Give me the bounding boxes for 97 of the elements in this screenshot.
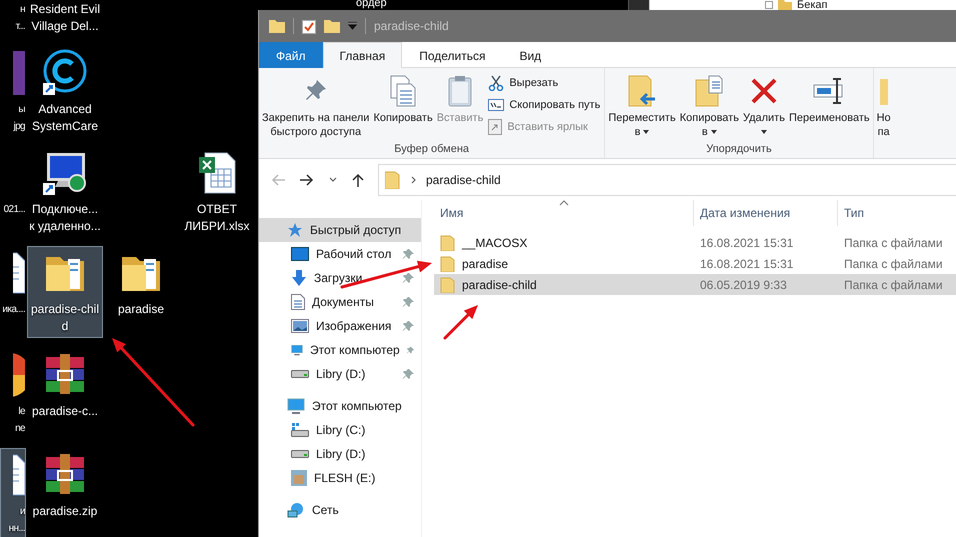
pin-icon[interactable] (403, 368, 414, 380)
folder-icon (385, 170, 401, 188)
caret-icon (643, 130, 650, 134)
desktop-icon[interactable]: и нн... (0, 448, 26, 537)
desktop-icon[interactable]: paradise-chil d (27, 246, 103, 338)
column-header[interactable]: Имя (434, 200, 694, 226)
file-row[interactable]: paradise-child 06.05.2019 9:33 Папка с файлами (434, 274, 956, 295)
arrow-drawing (444, 305, 478, 340)
desktop-icon[interactable]: 021... (0, 146, 26, 221)
group-label: Буфер обмена (394, 143, 470, 155)
expand-icon[interactable] (765, 1, 773, 9)
shortcut-icon (488, 119, 502, 135)
drive-icon (291, 450, 309, 458)
ribbon-tab[interactable]: Поделиться (402, 42, 502, 68)
desktop-icon (291, 247, 309, 261)
ribbon-button[interactable]: Вырезать (486, 73, 602, 93)
chevron-icon[interactable] (329, 176, 337, 182)
ribbon-tab[interactable]: Вид (502, 42, 558, 68)
ribbon-button[interactable]: Закрепить на панели быстрого доступа (261, 72, 370, 141)
file-row[interactable]: __MACOSX 16.08.2021 15:31 Папка с файлами (434, 232, 956, 253)
desktop-icon[interactable]: Resident Evil Village Del... (27, 0, 103, 38)
ribbon-button[interactable]: Скопировать путь (486, 95, 602, 115)
folder-icon (440, 276, 456, 292)
pin-icon[interactable] (403, 296, 414, 308)
ribbon-button[interactable]: Переместить в (607, 72, 677, 141)
window-title: paradise-child (374, 19, 449, 33)
folder-arrow-icon (628, 74, 656, 108)
image-thumbnail (13, 49, 25, 97)
caret-icon[interactable] (348, 22, 357, 30)
sort-icon (558, 200, 568, 206)
app-logo-icon (41, 49, 89, 97)
up-icon[interactable] (352, 172, 364, 186)
folder-icon (440, 256, 456, 272)
desktop-icon[interactable]: ОТВЕТ ЛИБРИ.xlsx (179, 146, 255, 238)
ribbon-tab[interactable]: Главная (322, 42, 402, 68)
nav-item[interactable]: FLESH (E:) (259, 466, 421, 490)
desktop-icon[interactable]: н т... (0, 0, 26, 38)
pin-icon[interactable] (403, 272, 414, 284)
ribbon-tab[interactable]: Файл (259, 42, 323, 68)
scrollbar[interactable] (628, 0, 649, 10)
monitor-icon (291, 342, 303, 358)
drive-icon (291, 370, 309, 378)
desktop-icon[interactable]: ика.... (0, 246, 26, 321)
desktop-icon[interactable]: le ne (0, 348, 26, 440)
nav-item[interactable]: Libry (D:) (259, 442, 421, 466)
ribbon-button[interactable]: Копировать в (678, 72, 740, 141)
scissors-icon (488, 75, 504, 91)
document-icon (291, 294, 305, 310)
chevron-icon (411, 176, 416, 184)
folder-icon[interactable] (324, 19, 340, 33)
nav-item[interactable]: Libry (C:) (259, 418, 421, 442)
checklist-icon[interactable] (302, 18, 316, 34)
clipboard-icon (448, 74, 472, 108)
drive-icon (291, 423, 309, 437)
file-row[interactable]: paradise 16.08.2021 15:31 Папка с файлами (434, 253, 956, 274)
path-icon (488, 99, 504, 111)
forward-icon[interactable] (300, 174, 314, 186)
column-header[interactable]: Дата изменения (694, 200, 838, 226)
nav-item[interactable]: Загрузки (259, 266, 421, 290)
drive-thumbnail-icon (291, 470, 307, 486)
nav-item[interactable]: Быстрый доступ (259, 218, 421, 242)
ribbon-button[interactable]: Но па (876, 72, 892, 141)
folder-copy-icon (695, 74, 724, 108)
nav-item[interactable]: Этот компьютер (259, 338, 421, 362)
nav-item[interactable]: Изображения (259, 314, 421, 338)
nav-item[interactable]: Libry (D:) (259, 362, 421, 386)
desktop-icon[interactable]: Подключе... к удаленно... (27, 146, 103, 238)
ribbon-button[interactable]: Копировать (372, 72, 434, 127)
picture-icon (291, 319, 309, 333)
window-text: ордер (356, 0, 387, 9)
caret-icon (760, 130, 767, 134)
ribbon-button[interactable]: Удалить (742, 72, 786, 136)
star-icon (287, 222, 303, 238)
nav-item[interactable]: Этот компьютер (259, 394, 421, 418)
nav-item[interactable]: Рабочий стол (259, 242, 421, 266)
tree-item[interactable]: Бекап (797, 0, 828, 10)
documents-icon (390, 74, 416, 108)
address-bar[interactable]: paradise-child (378, 164, 956, 196)
pin-icon[interactable] (403, 320, 414, 332)
desktop-icon[interactable]: Advanced SystemCare (27, 46, 103, 138)
download-icon (291, 270, 307, 286)
ribbon-button[interactable]: Переименовать (788, 72, 871, 127)
desktop-icon[interactable]: paradise (103, 246, 179, 321)
pin-icon[interactable] (406, 344, 414, 356)
desktop-icon[interactable]: paradise.zip (27, 448, 103, 523)
column-header[interactable]: Тип (838, 200, 956, 226)
desktop-icon[interactable]: ы jpg (0, 46, 26, 138)
pin-icon[interactable] (403, 248, 414, 260)
network-icon (287, 502, 305, 518)
caret-icon (710, 130, 717, 134)
monitor-icon (287, 398, 305, 414)
folder-icon (440, 234, 456, 250)
nav-item[interactable]: Сеть (259, 498, 421, 522)
group-label: Упорядочить (706, 143, 772, 155)
desktop-icon[interactable]: paradise-c... (27, 348, 103, 423)
nav-item[interactable]: Документы (259, 290, 421, 314)
folder-icon[interactable] (269, 19, 285, 33)
